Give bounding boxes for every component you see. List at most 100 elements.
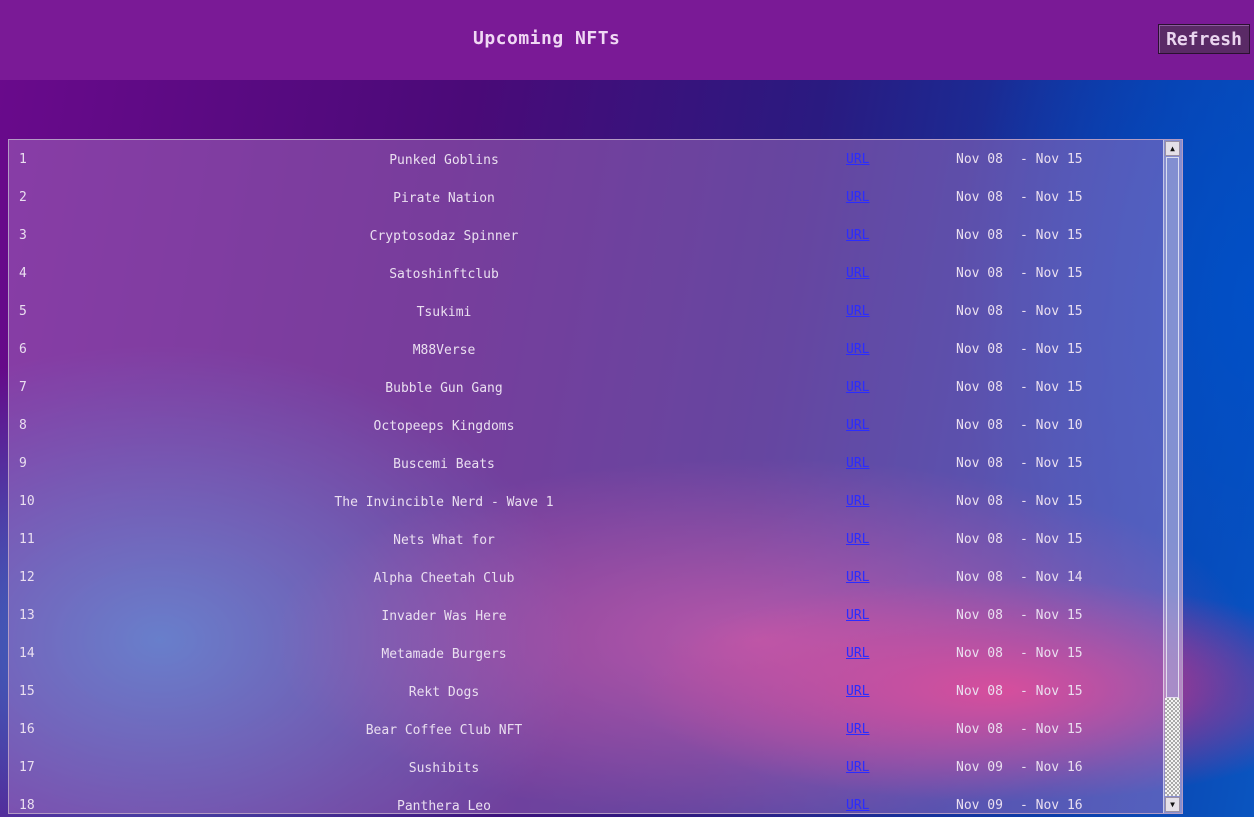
end-date-value: Nov 15 [1035, 190, 1083, 205]
end-date-value: Nov 16 [1035, 798, 1083, 813]
url-link[interactable]: URL [846, 494, 869, 509]
end-date: - Nov 15 [1020, 304, 1083, 319]
url-link[interactable]: URL [846, 342, 869, 357]
scroll-down-arrow-icon[interactable]: ▼ [1165, 797, 1180, 812]
item-name: Sushibits [408, 761, 480, 776]
start-date: Nov 08 [956, 152, 1003, 167]
end-date: - Nov 16 [1020, 760, 1083, 775]
date-separator: - [1020, 228, 1036, 243]
url-link[interactable]: URL [846, 646, 869, 661]
end-date-value: Nov 14 [1035, 570, 1083, 585]
url-link[interactable]: URL [846, 608, 869, 623]
item-index: 14 [19, 646, 35, 661]
start-date: Nov 08 [956, 342, 1003, 357]
item-index: 5 [19, 304, 27, 319]
date-separator: - [1020, 646, 1036, 661]
end-date: - Nov 15 [1020, 608, 1083, 623]
end-date-value: Nov 16 [1035, 760, 1083, 775]
end-date: - Nov 16 [1020, 798, 1083, 813]
url-link[interactable]: URL [846, 228, 869, 243]
end-date: - Nov 15 [1020, 266, 1083, 281]
end-date-value: Nov 15 [1035, 304, 1083, 319]
url-link[interactable]: URL [846, 684, 869, 699]
date-separator: - [1020, 456, 1036, 471]
end-date: - Nov 15 [1020, 342, 1083, 357]
end-date: - Nov 15 [1020, 380, 1083, 395]
item-name: Invader Was Here [381, 609, 507, 624]
list-item: 16 Bear Coffee Club NFT URL Nov 08 - Nov 15 [9, 710, 1165, 748]
scrollbar-track[interactable] [1165, 698, 1180, 796]
item-index: 4 [19, 266, 27, 281]
url-link[interactable]: URL [846, 190, 869, 205]
url-link[interactable]: URL [846, 152, 869, 167]
item-index: 7 [19, 380, 27, 395]
item-name: The Invincible Nerd - Wave 1 [334, 495, 554, 510]
url-link[interactable]: URL [846, 532, 869, 547]
date-separator: - [1020, 722, 1036, 737]
url-link[interactable]: URL [846, 722, 869, 737]
date-separator: - [1020, 190, 1036, 205]
item-name: Punked Goblins [389, 153, 499, 168]
item-name: Pirate Nation [393, 191, 495, 206]
date-separator: - [1020, 532, 1036, 547]
start-date: Nov 08 [956, 304, 1003, 319]
list-item: 3 Cryptosodaz Spinner URL Nov 08 - Nov 15 [9, 216, 1165, 254]
scroll-up-arrow-icon[interactable]: ▲ [1165, 141, 1180, 156]
vertical-scrollbar[interactable]: ▲ ▼ [1163, 140, 1182, 813]
end-date-value: Nov 15 [1035, 342, 1083, 357]
item-index: 17 [19, 760, 35, 775]
end-date: - Nov 15 [1020, 152, 1083, 167]
item-name: Metamade Burgers [381, 647, 507, 662]
date-separator: - [1020, 684, 1036, 699]
url-link[interactable]: URL [846, 266, 869, 281]
url-link[interactable]: URL [846, 304, 869, 319]
url-link[interactable]: URL [846, 570, 869, 585]
start-date: Nov 09 [956, 798, 1003, 813]
date-separator: - [1020, 152, 1036, 167]
item-name: Panthera Leo [397, 799, 491, 814]
list-item: 10 The Invincible Nerd - Wave 1 URL Nov 08 -… [9, 482, 1165, 520]
item-index: 3 [19, 228, 27, 243]
list-item: 5 Tsukimi URL Nov 08 - Nov 15 [9, 292, 1165, 330]
item-name: Buscemi Beats [393, 457, 495, 472]
item-name: Octopeeps Kingdoms [373, 419, 515, 434]
list-item: 4 Satoshinftclub URL Nov 08 - Nov 15 [9, 254, 1165, 292]
end-date-value: Nov 15 [1035, 722, 1083, 737]
item-name: Satoshinftclub [389, 267, 499, 282]
date-separator: - [1020, 798, 1036, 813]
url-link[interactable]: URL [846, 456, 869, 471]
scrollbar-thumb[interactable] [1166, 157, 1179, 698]
item-index: 8 [19, 418, 27, 433]
start-date: Nov 08 [956, 418, 1003, 433]
end-date: - Nov 15 [1020, 646, 1083, 661]
end-date: - Nov 15 [1020, 532, 1083, 547]
end-date-value: Nov 15 [1035, 456, 1083, 471]
start-date: Nov 08 [956, 570, 1003, 585]
date-separator: - [1020, 760, 1036, 775]
start-date: Nov 08 [956, 646, 1003, 661]
end-date: - Nov 14 [1020, 570, 1083, 585]
item-name: Nets What for [393, 533, 495, 548]
url-link[interactable]: URL [846, 418, 869, 433]
start-date: Nov 08 [956, 532, 1003, 547]
refresh-button[interactable]: Refresh [1158, 24, 1250, 54]
start-date: Nov 08 [956, 380, 1003, 395]
list-item: 15 Rekt Dogs URL Nov 08 - Nov 15 [9, 672, 1165, 710]
page-title: Upcoming NFTs [473, 28, 621, 49]
date-separator: - [1020, 570, 1036, 585]
item-index: 11 [19, 532, 35, 547]
url-link[interactable]: URL [846, 380, 869, 395]
start-date: Nov 08 [956, 190, 1003, 205]
url-link[interactable]: URL [846, 798, 869, 813]
end-date: - Nov 15 [1020, 494, 1083, 509]
end-date-value: Nov 15 [1035, 684, 1083, 699]
end-date-value: Nov 15 [1035, 380, 1083, 395]
start-date: Nov 08 [956, 722, 1003, 737]
item-index: 1 [19, 152, 27, 167]
list-item: 14 Metamade Burgers URL Nov 08 - Nov 15 [9, 634, 1165, 672]
end-date: - Nov 15 [1020, 684, 1083, 699]
date-separator: - [1020, 380, 1036, 395]
url-link[interactable]: URL [846, 760, 869, 775]
item-name: Tsukimi [416, 305, 472, 320]
date-separator: - [1020, 304, 1036, 319]
